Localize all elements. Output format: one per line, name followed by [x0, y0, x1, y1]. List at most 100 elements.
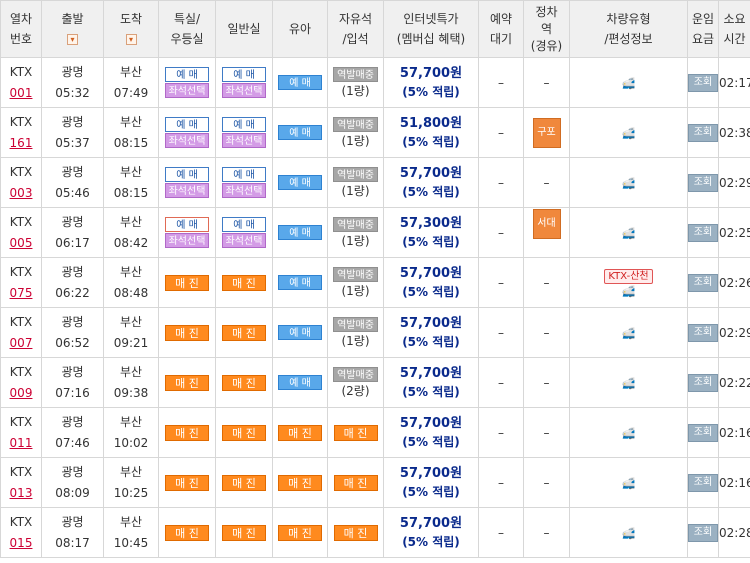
seat-select-button[interactable]: 좌석선택 — [165, 133, 209, 148]
train-number-cell[interactable]: KTX 009 — [0, 357, 42, 408]
train-icon[interactable]: 🚅 — [622, 327, 636, 340]
arrival-station: 부산 — [119, 314, 143, 329]
train-type[interactable]: KTX — [10, 265, 33, 279]
infant-seat-cell: 예 매 — [272, 57, 328, 108]
train-number-link[interactable]: 007 — [10, 336, 33, 350]
train-type[interactable]: KTX — [10, 515, 33, 529]
train-number-link[interactable]: 015 — [10, 536, 33, 550]
col-departure[interactable]: 출발 ▾ — [41, 0, 104, 58]
train-number-link[interactable]: 013 — [10, 486, 33, 500]
train-type[interactable]: KTX — [10, 365, 33, 379]
train-type[interactable]: KTX — [10, 215, 33, 229]
car-type-cell: 🚅 — [569, 307, 688, 358]
reserve-button[interactable]: 예 매 — [278, 175, 322, 190]
reserve-button[interactable]: 예 매 — [222, 67, 266, 82]
free-car-count: (1량) — [341, 234, 370, 248]
reserve-button[interactable]: 예 매 — [278, 75, 322, 90]
train-type[interactable]: KTX — [10, 165, 33, 179]
train-number-cell[interactable]: KTX 013 — [0, 457, 42, 508]
train-icon[interactable]: 🚅 — [622, 227, 636, 240]
train-type[interactable]: KTX — [10, 115, 33, 129]
reserve-wait-cell: – — [478, 357, 524, 408]
reserve-button[interactable]: 예 매 — [222, 217, 266, 232]
sold-out-badge: 매 진 — [222, 324, 266, 341]
free-car-count: (2량) — [341, 384, 370, 398]
seat-select-button[interactable]: 좌석선택 — [165, 183, 209, 198]
reserve-button[interactable]: 예 매 — [278, 125, 322, 140]
free-seat-cell: 역발매중 (1량) — [327, 57, 384, 108]
special-seat-cell: 예 매 좌석선택 — [158, 57, 216, 108]
reserve-button[interactable]: 예 매 — [165, 117, 209, 132]
train-icon[interactable]: 🚅 — [622, 177, 636, 190]
fare-inquiry-button[interactable]: 조회 — [688, 523, 718, 542]
reserve-button[interactable]: 예 매 — [278, 275, 322, 290]
fare-inquiry-button[interactable]: 조회 — [688, 323, 718, 342]
train-type[interactable]: KTX — [10, 415, 33, 429]
train-number-link[interactable]: 005 — [10, 236, 33, 250]
fare-inquiry-button[interactable]: 조회 — [688, 373, 718, 392]
train-type[interactable]: KTX — [10, 65, 33, 79]
seat-select-button[interactable]: 좌석선택 — [222, 183, 266, 198]
train-number-link[interactable]: 075 — [10, 286, 33, 300]
train-number-cell[interactable]: KTX 001 — [0, 57, 42, 108]
departure-time: 07:16 — [55, 385, 90, 400]
arrival-cell: 부산 09:38 — [103, 357, 159, 408]
train-number-link[interactable]: 003 — [10, 186, 33, 200]
sold-out-badge: 매 진 — [165, 324, 209, 341]
train-icon[interactable]: 🚅 — [622, 77, 636, 90]
fare-inquiry-button[interactable]: 조회 — [688, 273, 718, 292]
col-arrival[interactable]: 도착 ▾ — [103, 0, 159, 58]
fare-inquiry-button[interactable]: 조회 — [688, 173, 718, 192]
fare-inquiry-button[interactable]: 조회 — [688, 73, 718, 92]
train-icon[interactable]: 🚅 — [622, 427, 636, 440]
departure-cell: 광명 05:32 — [41, 57, 104, 108]
train-icon[interactable]: 🚅 — [622, 127, 636, 140]
reserve-button[interactable]: 예 매 — [222, 167, 266, 182]
train-number-cell[interactable]: KTX 007 — [0, 307, 42, 358]
fare-cell: 조회 — [687, 457, 719, 508]
car-type-cell: 🚅 — [569, 457, 688, 508]
seat-select-button[interactable]: 좌석선택 — [222, 83, 266, 98]
fare-cell: 조회 — [687, 157, 719, 208]
sort-chevron-icon[interactable]: ▾ — [125, 34, 137, 45]
sort-chevron-icon[interactable]: ▾ — [67, 34, 78, 45]
train-icon[interactable]: 🚅 — [622, 477, 636, 490]
train-number-cell[interactable]: KTX 011 — [0, 407, 42, 458]
sold-out-badge: 매 진 — [165, 274, 209, 291]
reserve-button[interactable]: 예 매 — [222, 117, 266, 132]
arrival-station: 부산 — [119, 214, 143, 229]
train-icon[interactable]: 🚅 — [622, 285, 636, 298]
train-type[interactable]: KTX — [10, 315, 33, 329]
fare-inquiry-button[interactable]: 조회 — [688, 423, 718, 442]
train-icon[interactable]: 🚅 — [622, 377, 636, 390]
reserve-button[interactable]: 예 매 — [165, 167, 209, 182]
train-number-cell[interactable]: KTX 003 — [0, 157, 42, 208]
train-number-link[interactable]: 009 — [10, 386, 33, 400]
train-icon[interactable]: 🚅 — [622, 527, 636, 540]
reserve-button[interactable]: 예 매 — [278, 325, 322, 340]
train-number-cell[interactable]: KTX 015 — [0, 507, 42, 558]
station-sale-badge: 역발매중 — [333, 367, 378, 382]
train-number-cell[interactable]: KTX 161 — [0, 107, 42, 158]
general-seat-cell: 매 진 — [215, 407, 273, 458]
reserve-button[interactable]: 예 매 — [165, 67, 209, 82]
seat-select-button[interactable]: 좌석선택 — [165, 83, 209, 98]
col-free-seat: 자유석/입석 — [327, 0, 384, 58]
reserve-button[interactable]: 예 매 — [165, 217, 209, 232]
reserve-button[interactable]: 예 매 — [278, 375, 322, 390]
seat-select-button[interactable]: 좌석선택 — [222, 233, 266, 248]
train-number-link[interactable]: 011 — [10, 436, 33, 450]
fare-inquiry-button[interactable]: 조회 — [688, 123, 718, 142]
fare-inquiry-button[interactable]: 조회 — [688, 473, 718, 492]
train-number-cell[interactable]: KTX 005 — [0, 207, 42, 258]
col-label: (멤버십 혜택) — [396, 32, 466, 46]
train-number-cell[interactable]: KTX 075 — [0, 257, 42, 308]
reserve-button[interactable]: 예 매 — [278, 225, 322, 240]
train-number-link[interactable]: 161 — [10, 136, 33, 150]
seat-select-button[interactable]: 좌석선택 — [222, 133, 266, 148]
train-type[interactable]: KTX — [10, 465, 33, 479]
sold-out-badge: 매 진 — [278, 424, 322, 441]
fare-inquiry-button[interactable]: 조회 — [688, 223, 718, 242]
seat-select-button[interactable]: 좌석선택 — [165, 233, 209, 248]
train-number-link[interactable]: 001 — [10, 86, 33, 100]
